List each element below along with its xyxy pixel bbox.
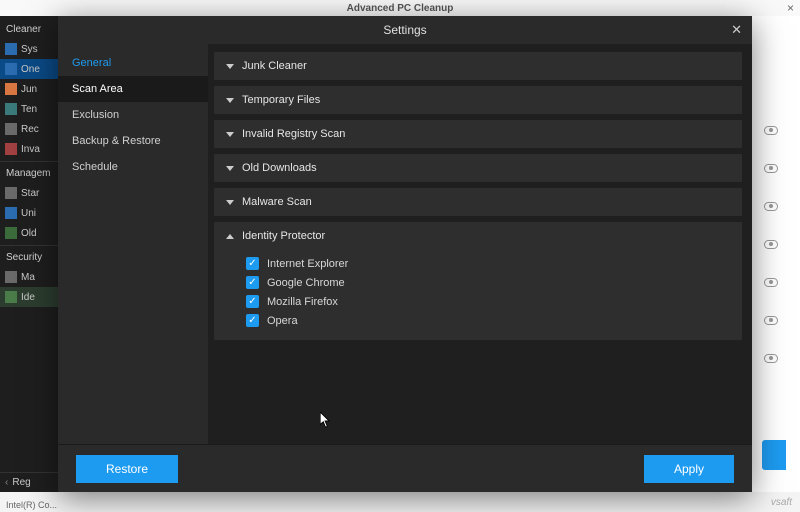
sidebar-item-schedule[interactable]: Schedule	[58, 154, 208, 180]
settings-modal: Settings ✕ General Scan Area Exclusion B…	[58, 16, 752, 492]
chevron-down-icon	[226, 98, 234, 103]
watermark: vsaft	[771, 497, 792, 508]
check-row-chrome[interactable]: ✓Google Chrome	[246, 273, 730, 292]
trash-icon	[5, 123, 17, 135]
download-icon	[5, 227, 17, 239]
rail-header-cleaner: Cleaner	[0, 20, 58, 39]
rail-header-manage: Managem	[0, 164, 58, 183]
status-bar-text: Intel(R) Co...	[6, 500, 57, 510]
rail-item-star[interactable]: Star	[0, 183, 58, 203]
shield-icon	[5, 271, 17, 283]
rail-item-sys[interactable]: Sys	[0, 39, 58, 59]
rail-item-reg[interactable]: ‹Reg	[0, 472, 58, 492]
modal-titlebar: Settings ✕	[58, 16, 752, 44]
eye-icon[interactable]	[764, 202, 778, 211]
chevron-down-icon	[226, 132, 234, 137]
section-body: ✓Internet Explorer ✓Google Chrome ✓Mozil…	[214, 250, 742, 340]
close-icon[interactable]: ✕	[731, 22, 742, 38]
section-header[interactable]: Junk Cleaner	[214, 52, 742, 80]
temp-icon	[5, 103, 17, 115]
check-row-firefox[interactable]: ✓Mozilla Firefox	[246, 292, 730, 311]
settings-content: Junk Cleaner Temporary Files Invalid Reg…	[208, 44, 752, 444]
section-header[interactable]: Identity Protector	[214, 222, 742, 250]
checkbox-checked-icon[interactable]: ✓	[246, 314, 259, 327]
eye-icon[interactable]	[764, 126, 778, 135]
eye-icon[interactable]	[764, 240, 778, 249]
checkbox-checked-icon[interactable]: ✓	[246, 257, 259, 270]
eye-icon[interactable]	[764, 316, 778, 325]
divider	[0, 161, 58, 162]
left-rail: Cleaner Sys One Jun Ten Rec Inva Managem…	[0, 16, 58, 492]
rail-item-ma[interactable]: Ma	[0, 267, 58, 287]
chevron-up-icon	[226, 234, 234, 239]
modal-title-text: Settings	[383, 23, 426, 37]
divider	[0, 245, 58, 246]
rail-item-inva[interactable]: Inva	[0, 139, 58, 159]
identity-icon	[5, 291, 17, 303]
section-header[interactable]: Malware Scan	[214, 188, 742, 216]
rail-item-old[interactable]: Old	[0, 223, 58, 243]
eye-icon[interactable]	[764, 354, 778, 363]
scan-icon	[5, 63, 17, 75]
check-row-opera[interactable]: ✓Opera	[246, 311, 730, 330]
settings-sidebar: General Scan Area Exclusion Backup & Res…	[58, 44, 208, 444]
rail-item-one[interactable]: One	[0, 59, 58, 79]
section-header[interactable]: Old Downloads	[214, 154, 742, 182]
rail-header-security: Security	[0, 248, 58, 267]
section-malware-scan: Malware Scan	[214, 188, 742, 216]
sidebar-item-scan-area[interactable]: Scan Area	[58, 76, 208, 102]
sidebar-item-backup-restore[interactable]: Backup & Restore	[58, 128, 208, 154]
startup-icon	[5, 187, 17, 199]
eye-icon[interactable]	[764, 278, 778, 287]
modal-body: General Scan Area Exclusion Backup & Res…	[58, 44, 752, 444]
section-identity-protector: Identity Protector ✓Internet Explorer ✓G…	[214, 222, 742, 340]
chevron-down-icon	[226, 64, 234, 69]
sidebar-item-exclusion[interactable]: Exclusion	[58, 102, 208, 128]
restore-button[interactable]: Restore	[76, 455, 178, 483]
modal-footer: Restore Apply	[58, 444, 752, 492]
registry-icon	[5, 143, 17, 155]
chevron-down-icon	[226, 200, 234, 205]
uninstall-icon	[5, 207, 17, 219]
folder-icon	[5, 83, 17, 95]
rail-item-jun[interactable]: Jun	[0, 79, 58, 99]
section-header[interactable]: Invalid Registry Scan	[214, 120, 742, 148]
chevron-down-icon	[226, 166, 234, 171]
section-header[interactable]: Temporary Files	[214, 86, 742, 114]
rail-item-rec[interactable]: Rec	[0, 119, 58, 139]
window-close-icon[interactable]: ×	[787, 1, 794, 15]
monitor-icon	[5, 43, 17, 55]
app-titlebar: Advanced PC Cleanup ×	[0, 0, 800, 16]
rail-item-ten[interactable]: Ten	[0, 99, 58, 119]
eye-icon[interactable]	[764, 164, 778, 173]
rail-item-uni[interactable]: Uni	[0, 203, 58, 223]
section-temporary-files: Temporary Files	[214, 86, 742, 114]
check-row-ie[interactable]: ✓Internet Explorer	[246, 254, 730, 273]
checkbox-checked-icon[interactable]: ✓	[246, 276, 259, 289]
apply-button[interactable]: Apply	[644, 455, 734, 483]
side-action-button[interactable]	[762, 440, 786, 470]
rail-item-ide[interactable]: Ide	[0, 287, 58, 307]
section-old-downloads: Old Downloads	[214, 154, 742, 182]
section-invalid-registry: Invalid Registry Scan	[214, 120, 742, 148]
checkbox-checked-icon[interactable]: ✓	[246, 295, 259, 308]
section-junk-cleaner: Junk Cleaner	[214, 52, 742, 80]
sidebar-item-general[interactable]: General	[58, 50, 208, 76]
app-title: Advanced PC Cleanup	[347, 3, 454, 14]
